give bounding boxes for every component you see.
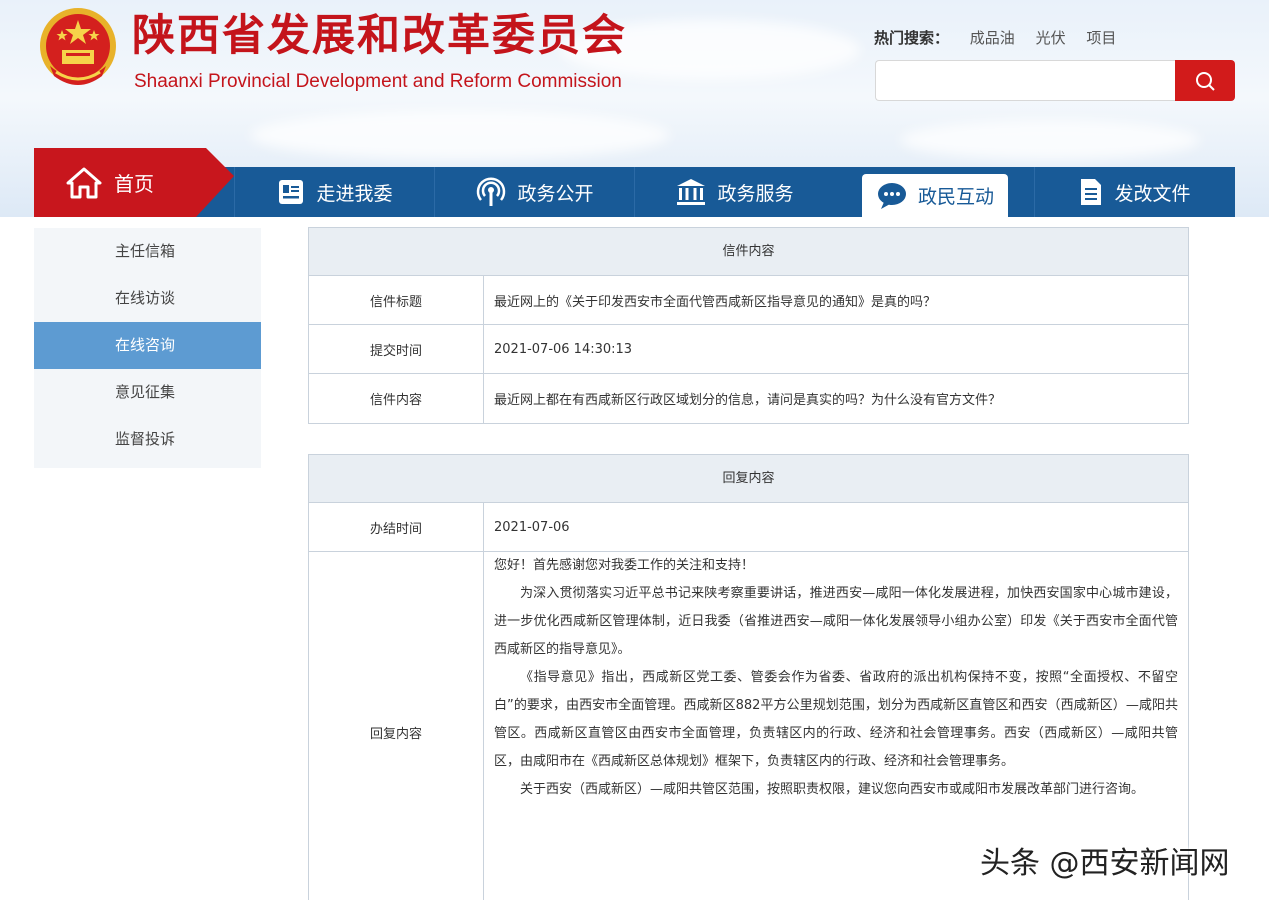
reply-table: 回复内容 办结时间 2021-07-06 回复内容 您好！首先感谢您对我委工作的…	[308, 454, 1189, 900]
cloud-decoration	[900, 120, 1200, 160]
building-icon	[677, 179, 706, 205]
table-row: 提交时间 2021-07-06 14:30:13	[309, 325, 1188, 374]
national-emblem-icon[interactable]	[36, 6, 120, 92]
submit-time-label: 提交时间	[309, 325, 484, 373]
table-row: 办结时间 2021-07-06	[309, 503, 1188, 552]
sidebar-item-director-mailbox[interactable]: 主任信箱	[34, 228, 261, 275]
reply-table-heading: 回复内容	[309, 455, 1188, 503]
watermark: 头条 @西安新闻网	[980, 846, 1230, 881]
home-icon	[66, 167, 102, 198]
completion-date-value: 2021-07-06	[494, 519, 570, 535]
nav-item-about[interactable]: 走进我委	[234, 167, 434, 217]
reply-content-label: 回复内容	[309, 552, 484, 900]
hot-keyword-link[interactable]: 光伏	[1036, 29, 1066, 47]
reply-paragraph: 《指导意见》指出，西咸新区党工委、管委会作为省委、省政府的派出机构保持不变，按照…	[494, 670, 1178, 769]
id-card-icon	[279, 180, 304, 204]
hot-search-bar: 热门搜索： 成品油 光伏 项目	[874, 26, 1116, 50]
nav-item-label: 政民互动	[917, 186, 994, 208]
sidebar-item-complaint[interactable]: 监督投诉	[34, 416, 261, 463]
sidebar-item-online-interview[interactable]: 在线访谈	[34, 275, 261, 322]
site-subtitle: Shaanxi Provincial Development and Refor…	[134, 71, 622, 92]
reply-paragraph: 您好！首先感谢您对我委工作的关注和支持！	[494, 558, 755, 573]
letter-content-value: 最近网上都在有西咸新区行政区域划分的信息，请问是真实的吗？为什么没有官方文件？	[494, 393, 1002, 408]
submit-time-value: 2021-07-06 14:30:13	[494, 341, 633, 357]
nav-home-label: 首页	[114, 172, 154, 196]
chat-bubble-icon	[877, 182, 906, 209]
broadcast-icon	[477, 177, 506, 206]
sidebar-item-opinion-collection[interactable]: 意见征集	[34, 369, 261, 416]
sidebar-item-online-consult[interactable]: 在线咨询	[34, 322, 261, 369]
nav-item-documents[interactable]: 发改文件	[1034, 167, 1234, 217]
table-row: 信件内容 最近网上都在有西咸新区行政区域划分的信息，请问是真实的吗？为什么没有官…	[309, 374, 1188, 423]
cloud-decoration	[250, 110, 670, 160]
nav-home[interactable]: 首页	[34, 148, 234, 217]
search-button[interactable]	[1175, 60, 1235, 101]
letter-title-value: 最近网上的《关于印发西安市全面代管西咸新区指导意见的通知》是真的吗？	[494, 294, 937, 310]
hot-keyword-link[interactable]: 成品油	[970, 29, 1015, 47]
sidebar: 主任信箱 在线访谈 在线咨询 意见征集 监督投诉	[34, 228, 261, 468]
search-icon	[1196, 71, 1215, 91]
nav-item-public-affairs[interactable]: 政务公开	[434, 167, 634, 217]
letter-title-label: 信件标题	[309, 276, 484, 324]
document-icon	[1081, 179, 1102, 205]
completion-date-label: 办结时间	[309, 503, 484, 551]
hot-keyword-link[interactable]: 项目	[1086, 29, 1116, 47]
reply-paragraph: 关于西安（西咸新区）—咸阳共管区范围，按照职责权限，建议您向西安市或咸阳市发展改…	[520, 782, 1145, 797]
nav-item-interaction[interactable]: 政民互动	[862, 174, 1008, 217]
search-input[interactable]	[875, 60, 1175, 101]
site-title: 陕西省发展和改革委员会	[132, 11, 627, 61]
letter-table-heading: 信件内容	[309, 228, 1188, 276]
nav-item-label: 政务公开	[517, 182, 594, 205]
nav-item-label: 走进我委	[316, 182, 393, 205]
letter-table: 信件内容 信件标题 最近网上的《关于印发西安市全面代管西咸新区指导意见的通知》是…	[308, 227, 1189, 424]
nav-item-gov-services[interactable]: 政务服务	[634, 167, 834, 217]
hot-search-label: 热门搜索：	[874, 29, 950, 47]
reply-paragraph: 为深入贯彻落实习近平总书记来陕考察重要讲话，推进西安—咸阳一体化发展进程，加快西…	[494, 586, 1178, 657]
nav-item-label: 发改文件	[1114, 182, 1191, 205]
letter-content-label: 信件内容	[309, 374, 484, 423]
table-row: 信件标题 最近网上的《关于印发西安市全面代管西咸新区指导意见的通知》是真的吗？	[309, 276, 1188, 325]
nav-item-label: 政务服务	[717, 182, 794, 205]
